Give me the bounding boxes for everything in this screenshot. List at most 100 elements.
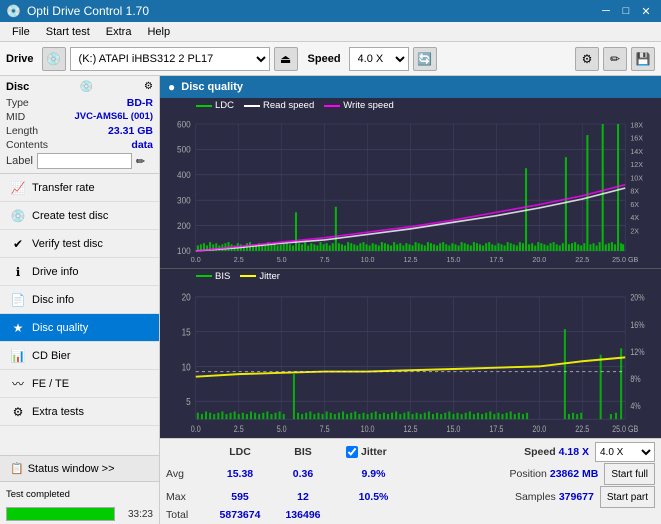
svg-text:8X: 8X bbox=[630, 186, 639, 195]
disc-mid-value: JVC-AMS6L (001) bbox=[75, 111, 154, 123]
chart1-svg-container: 600 500 400 300 200 100 18X 16X 14X 12X … bbox=[160, 113, 661, 268]
svg-text:12%: 12% bbox=[630, 347, 644, 357]
status-window-label: Status window >> bbox=[28, 463, 115, 475]
svg-text:7.5: 7.5 bbox=[320, 424, 330, 434]
drive-select[interactable]: (K:) ATAPI iHBS312 2 PL17 bbox=[70, 47, 270, 71]
disc-contents-label: Contents bbox=[6, 139, 48, 151]
svg-text:16X: 16X bbox=[630, 133, 643, 142]
svg-text:8%: 8% bbox=[630, 374, 640, 384]
drive-info-label: Drive info bbox=[32, 266, 78, 278]
sidebar-item-disc-info[interactable]: 📄 Disc info bbox=[0, 286, 159, 314]
menu-file[interactable]: File bbox=[4, 24, 38, 40]
main-layout: Disc 💿 ⚙ Type BD-R MID JVC-AMS6L (001) L… bbox=[0, 76, 661, 524]
sidebar-item-disc-quality[interactable]: ★ Disc quality bbox=[0, 314, 159, 342]
fe-te-icon: 〰 bbox=[10, 376, 26, 392]
jitter-header: Jitter bbox=[346, 446, 387, 458]
svg-text:22.5: 22.5 bbox=[575, 255, 589, 264]
samples-label: Samples bbox=[515, 491, 556, 503]
stats-avg-row: Avg 15.38 0.36 9.9% Position 23862 MB St… bbox=[166, 463, 655, 485]
close-button[interactable]: ✕ bbox=[637, 2, 655, 20]
chart2-container: BIS Jitter bbox=[160, 268, 661, 439]
svg-text:10: 10 bbox=[182, 361, 191, 372]
svg-text:7.5: 7.5 bbox=[320, 255, 330, 264]
disc-quality-header-icon: ● bbox=[168, 80, 175, 94]
svg-text:22.5: 22.5 bbox=[575, 424, 589, 434]
menu-extra[interactable]: Extra bbox=[98, 24, 140, 40]
read-speed-legend-label: Read speed bbox=[263, 100, 314, 111]
svg-text:15.0: 15.0 bbox=[446, 424, 460, 434]
cd-bier-icon: 📊 bbox=[10, 348, 26, 364]
sidebar-item-extra-tests[interactable]: ⚙ Extra tests bbox=[0, 398, 159, 426]
disc-type-value: BD-R bbox=[127, 97, 153, 109]
stats-header-row: LDC BIS Jitter Speed 4.18 X 4.0 X bbox=[166, 442, 655, 462]
svg-text:300: 300 bbox=[177, 195, 191, 205]
max-label: Max bbox=[166, 491, 206, 503]
menu-start-test[interactable]: Start test bbox=[38, 24, 98, 40]
fe-te-label: FE / TE bbox=[32, 378, 69, 390]
start-full-button[interactable]: Start full bbox=[604, 463, 655, 485]
samples-row: Samples 379677 bbox=[515, 491, 594, 503]
drive-info-icon: ℹ bbox=[10, 264, 26, 280]
disc-settings-icon: ⚙ bbox=[144, 81, 153, 92]
eject-icon[interactable]: ⏏ bbox=[274, 47, 298, 71]
sidebar-item-verify-test-disc[interactable]: ✔ Verify test disc bbox=[0, 230, 159, 258]
jitter-legend-label: Jitter bbox=[259, 271, 280, 282]
create-test-disc-label: Create test disc bbox=[32, 210, 108, 222]
svg-text:20%: 20% bbox=[630, 292, 644, 302]
svg-text:2X: 2X bbox=[630, 226, 639, 235]
svg-text:5: 5 bbox=[186, 396, 191, 407]
max-bis: 12 bbox=[274, 491, 332, 503]
create-test-disc-icon: 💿 bbox=[10, 208, 26, 224]
svg-text:10.0: 10.0 bbox=[361, 424, 375, 434]
disc-mid-label: MID bbox=[6, 111, 25, 123]
extra-tests-icon: ⚙ bbox=[10, 404, 26, 420]
stats-area: LDC BIS Jitter Speed 4.18 X 4.0 X bbox=[160, 438, 661, 524]
content-area: ● Disc quality LDC Read speed Write spee… bbox=[160, 76, 661, 524]
svg-text:25.0 GB: 25.0 GB bbox=[612, 255, 638, 264]
menu-help[interactable]: Help bbox=[139, 24, 178, 40]
disc-quality-header: ● Disc quality bbox=[160, 76, 661, 98]
progress-bar-inner bbox=[7, 508, 114, 520]
jitter-checkbox[interactable] bbox=[346, 446, 358, 458]
svg-text:16%: 16% bbox=[630, 320, 644, 330]
start-part-button[interactable]: Start part bbox=[600, 486, 655, 508]
sidebar-item-cd-bier[interactable]: 📊 CD Bier bbox=[0, 342, 159, 370]
minimize-button[interactable]: ─ bbox=[597, 2, 615, 20]
sidebar-item-fe-te[interactable]: 〰 FE / TE bbox=[0, 370, 159, 398]
speed-select-stats[interactable]: 4.0 X bbox=[595, 442, 655, 462]
svg-text:18X: 18X bbox=[630, 120, 643, 129]
toolbar: Drive 💿 (K:) ATAPI iHBS312 2 PL17 ⏏ Spee… bbox=[0, 42, 661, 76]
sidebar: Disc 💿 ⚙ Type BD-R MID JVC-AMS6L (001) L… bbox=[0, 76, 160, 524]
svg-text:2.5: 2.5 bbox=[234, 255, 244, 264]
disc-mid-row: MID JVC-AMS6L (001) bbox=[6, 111, 153, 123]
svg-text:400: 400 bbox=[177, 170, 191, 180]
speed-select[interactable]: 4.0 X bbox=[349, 47, 409, 71]
speed-value-stats: 4.18 X bbox=[559, 446, 589, 458]
refresh-icon[interactable]: 🔄 bbox=[413, 47, 437, 71]
sidebar-item-transfer-rate[interactable]: 📈 Transfer rate bbox=[0, 174, 159, 202]
sidebar-item-drive-info[interactable]: ℹ Drive info bbox=[0, 258, 159, 286]
disc-label-input[interactable] bbox=[37, 153, 132, 169]
chart1-legend: LDC Read speed Write speed bbox=[160, 98, 661, 113]
edit-icon[interactable]: ✏ bbox=[603, 47, 627, 71]
maximize-button[interactable]: □ bbox=[617, 2, 635, 20]
label-edit-icon[interactable]: ✏ bbox=[136, 155, 145, 168]
extra-tests-label: Extra tests bbox=[32, 406, 84, 418]
sidebar-item-create-test-disc[interactable]: 💿 Create test disc bbox=[0, 202, 159, 230]
disc-type-label: Type bbox=[6, 97, 29, 109]
total-bis: 136496 bbox=[274, 509, 332, 521]
settings-icon[interactable]: ⚙ bbox=[575, 47, 599, 71]
titlebar: 💿 Opti Drive Control 1.70 ─ □ ✕ bbox=[0, 0, 661, 22]
bis-col-header: BIS bbox=[274, 446, 332, 458]
total-ldc: 5873674 bbox=[206, 509, 274, 521]
save-icon[interactable]: 💾 bbox=[631, 47, 655, 71]
status-window-button[interactable]: 📋 Status window >> bbox=[0, 455, 159, 481]
svg-text:0.0: 0.0 bbox=[191, 255, 201, 264]
verify-test-disc-label: Verify test disc bbox=[32, 238, 103, 250]
bis-legend: BIS bbox=[196, 271, 230, 282]
total-label: Total bbox=[166, 509, 206, 521]
svg-text:5.0: 5.0 bbox=[277, 255, 287, 264]
app-icon: 💿 bbox=[6, 4, 21, 18]
svg-text:12.5: 12.5 bbox=[404, 424, 418, 434]
drive-label: Drive bbox=[6, 53, 34, 65]
